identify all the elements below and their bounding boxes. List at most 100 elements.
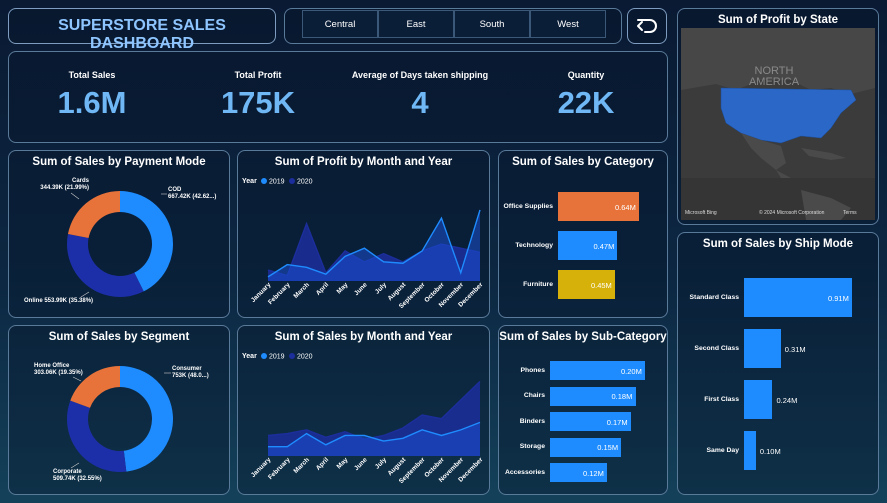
bar-value-label: 0.47M <box>593 241 615 251</box>
bar-value-label: 0.10M <box>759 446 781 456</box>
sales-month-title: Sum of Sales by Month and Year <box>274 331 453 343</box>
map-attribution-copyright: © 2024 Microsoft Corporation <box>759 210 825 216</box>
x-tick-label: June <box>353 281 369 297</box>
bar-value-label: 0.17M <box>606 417 628 427</box>
payment-mode-donut: COD667.42K (42.62...) Online 553.99K (35.… <box>24 178 216 304</box>
donut-slice-consumer[interactable] <box>120 366 173 472</box>
kpi-total-sales-label: Total Sales <box>68 70 116 80</box>
donut-label: Consumer <box>172 366 202 372</box>
donut-slice-corporate[interactable] <box>67 400 127 472</box>
donut-slice-online[interactable] <box>67 234 144 297</box>
payment-mode-title: Sum of Sales by Payment Mode <box>32 156 206 168</box>
bar-value-label: 0.64M <box>615 202 636 212</box>
shipmode-bars: Standard Class 0.91M Second Class 0.31M Firs… <box>678 233 880 496</box>
x-tick-label: May <box>336 281 350 295</box>
kpi-quantity-value: 22K <box>557 85 615 120</box>
legend-marker[interactable] <box>261 178 267 184</box>
bar-label: Standard Class <box>689 293 739 301</box>
x-tick-label: June <box>353 456 369 472</box>
map-shape <box>681 28 875 220</box>
bar-label: First Class <box>704 395 739 403</box>
header-title-panel: SUPERSTORE SALES DASHBOARD <box>8 8 276 52</box>
legend-item-2020[interactable]: 2020 <box>297 179 313 186</box>
bar-label: Accessories <box>504 468 545 476</box>
bar-value-label: 0.31M <box>784 344 806 354</box>
bar-label: Same Day <box>706 446 740 454</box>
donut-value-label: 753K (48.0...) <box>172 373 209 379</box>
slicer-option-east[interactable]: East <box>378 10 454 38</box>
kpi-total-profit-label: Total Profit <box>234 70 282 80</box>
segment-panel: Sum of Sales by Segment Consumer 753K (48… <box>8 325 230 495</box>
legend-marker[interactable] <box>289 353 295 359</box>
kpi-avg-days-label: Average of Days taken shipping <box>351 70 489 80</box>
payment-mode-panel: Sum of Sales by Payment Mode COD 667.42K … <box>8 150 230 318</box>
x-tick-label: July <box>374 281 388 295</box>
bar-value-label: 0.91M <box>828 293 849 303</box>
bar-label: Second Class <box>694 344 739 352</box>
x-tick-label: April <box>315 281 331 297</box>
bar-value-label: 0.24M <box>776 395 798 405</box>
map-attribution-logo: Microsoft Bing <box>685 210 717 216</box>
x-tick-label: March <box>292 456 311 475</box>
map-title: Sum of Profit by State <box>717 14 839 26</box>
bar-first-class[interactable] <box>744 380 773 419</box>
legend-item-2019[interactable]: 2019 <box>269 179 285 186</box>
bar-same-day[interactable] <box>744 431 756 470</box>
dashboard-title: SUPERSTORE SALES DASHBOARD <box>58 17 226 52</box>
legend-marker[interactable] <box>289 178 295 184</box>
legend-item-2019[interactable]: 2019 <box>269 354 285 361</box>
segment-donut: Consumer753K (48.0...) Corporate509.74K (… <box>34 363 209 482</box>
bar-second-class[interactable] <box>744 329 781 368</box>
bar-value-label: 0.15M <box>597 443 619 452</box>
back-arrow-icon <box>637 19 657 33</box>
legend-marker[interactable] <box>261 353 267 359</box>
segment-title: Sum of Sales by Segment <box>48 331 190 343</box>
bar-label: Phones <box>520 366 545 374</box>
subcategory-panel: Sum of Sales by Sub-Category Phones 0.20M… <box>498 325 668 495</box>
donut-label: Corporate <box>53 469 82 475</box>
slicer-option-central[interactable]: Central <box>302 10 378 38</box>
bar-value-label: 0.12M <box>583 468 604 478</box>
donut-label: COD <box>168 187 182 193</box>
bar-label: Binders <box>519 417 545 425</box>
kpi-avg-days-value: 4 <box>411 85 429 120</box>
x-tick-label: May <box>336 456 350 470</box>
bar-label: Storage <box>519 443 545 450</box>
subcategory-bars: Phones 0.20M Chairs 0.18M Binders 0.17M Storag… <box>499 326 669 496</box>
kpi-quantity-label: Quantity <box>567 70 605 80</box>
map-terms-link[interactable]: Terms <box>843 210 857 216</box>
bar-label: Chairs <box>523 392 545 399</box>
slicer-option-west[interactable]: West <box>530 10 606 38</box>
kpi-total-profit-value: 175K <box>220 85 296 120</box>
donut-label: Online 553.99K (35.38%) <box>24 298 93 304</box>
donut-value-label: 509.74K (32.55%) <box>53 476 102 482</box>
x-tick-label: April <box>315 456 331 472</box>
map-panel: Sum of Profit by State NORTH AMERICA Mic… <box>677 8 879 225</box>
donut-label: Home Office <box>34 363 70 369</box>
legend-title: Year <box>242 178 257 185</box>
donut-slice-cards[interactable] <box>67 191 120 238</box>
category-panel: Sum of Sales by Category Office Supplies… <box>498 150 668 318</box>
sales-month-panel: Sum of Sales by Month and Year Year 2019 2… <box>237 325 490 495</box>
map-canvas[interactable]: NORTH AMERICA Microsoft Bing © 2024 Micr… <box>681 28 875 220</box>
donut-value-label: 303.06K (19.35%) <box>34 370 83 376</box>
sales-month-chart: Year 2019 2020JanuaryFebruary March April May… <box>242 353 485 485</box>
shipmode-panel: Sum of Sales by Ship Mode Standard Class… <box>677 232 879 495</box>
donut-label: Cards <box>72 178 90 184</box>
bar-label: Technology <box>515 241 553 249</box>
kpi-total-sales-value: 1.6M <box>57 85 127 120</box>
bar-label: Office Supplies <box>503 202 553 210</box>
bar-value-label: 0.20M <box>621 366 642 376</box>
x-tick-label: July <box>374 456 388 470</box>
category-bars: Office Supplies 0.64M Technology 0.47M Furni… <box>499 151 669 319</box>
bar-value-label: 0.45M <box>590 280 612 290</box>
map-region-label: NORTH AMERICA <box>748 65 800 88</box>
x-tick-label: March <box>292 281 311 300</box>
donut-value-label: 344.39K (21.99%) <box>40 185 89 191</box>
legend-title: Year <box>242 353 257 360</box>
slicer-option-south[interactable]: South <box>454 10 530 38</box>
profit-month-panel: Sum of Profit by Month and Year Year 2019… <box>237 150 490 318</box>
legend-item-2020[interactable]: 2020 <box>297 354 313 361</box>
profit-month-title: Sum of Profit by Month and Year <box>274 156 453 168</box>
back-button[interactable] <box>627 8 667 44</box>
